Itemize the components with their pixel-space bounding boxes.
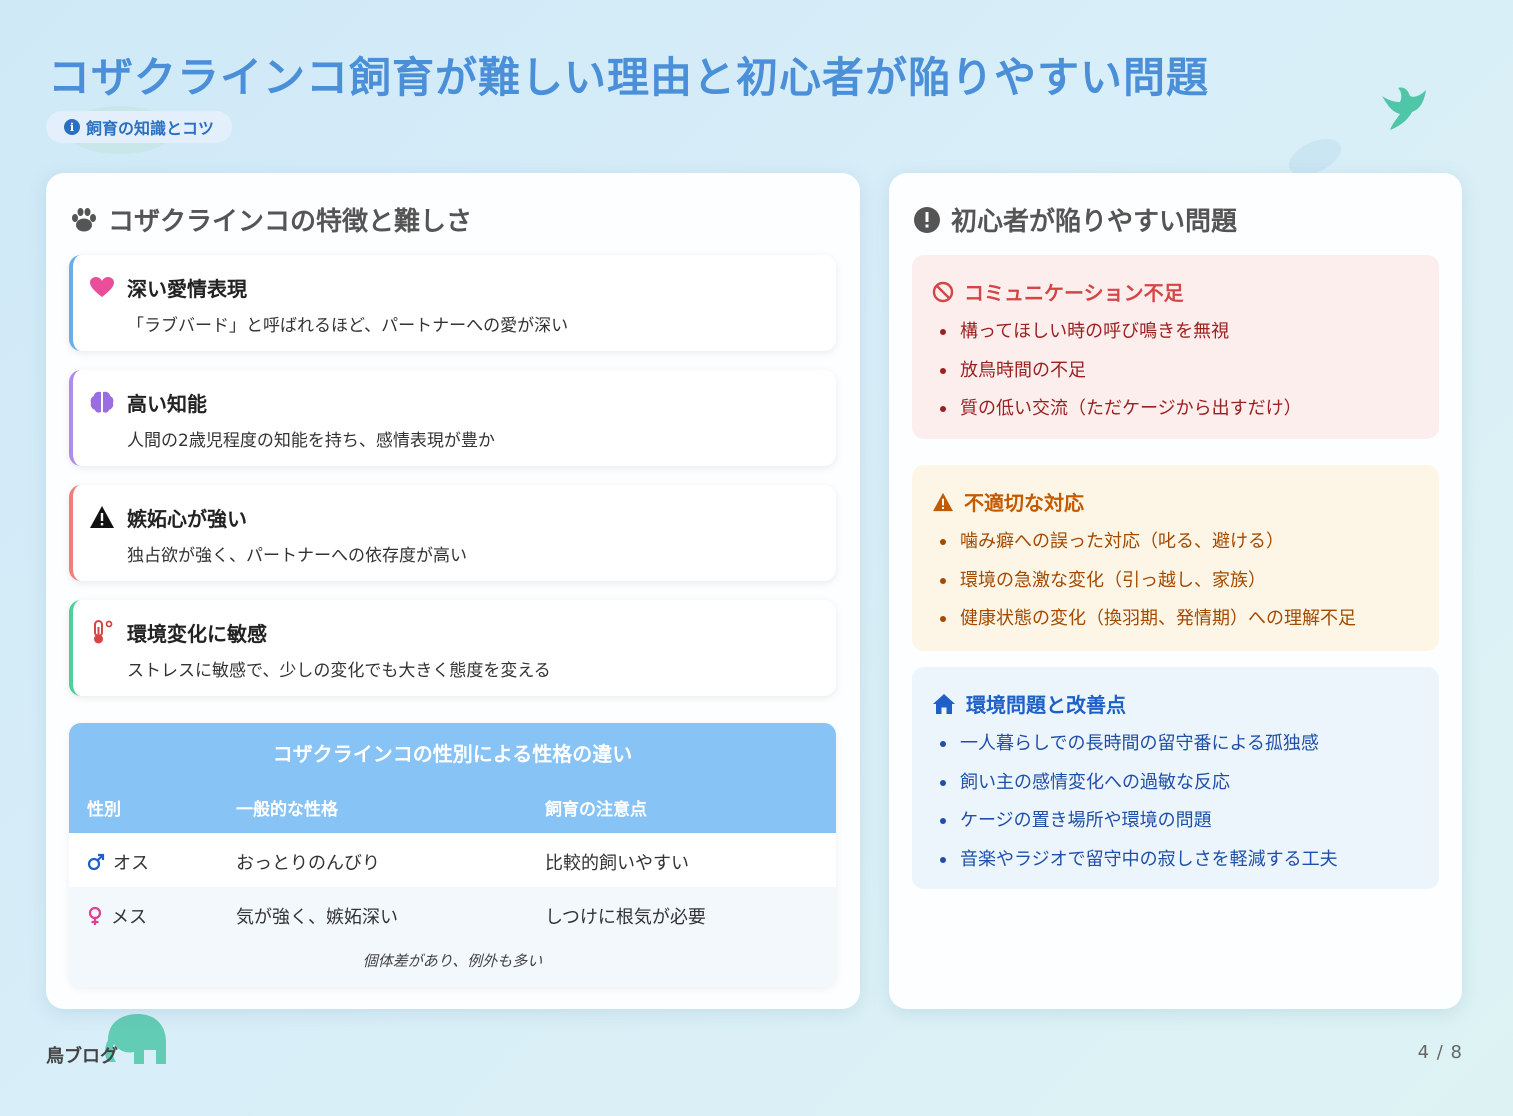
problem-box-communication: コミュニケーション不足 構ってほしい時の呼び鳴きを無視 放鳥時間の不足 質の低い… bbox=[912, 255, 1439, 439]
list-item: 音楽やラジオで留守中の寂しさを軽減する工夫 bbox=[940, 845, 1338, 884]
gender-personality-table: コザクラインコの性別による性格の違い 性別 一般的な性格 飼育の注意点 オス お… bbox=[69, 723, 836, 987]
table-cell-sex: メス bbox=[111, 907, 147, 928]
list-item: ケージの置き場所や環境の問題 bbox=[940, 806, 1338, 845]
characteristics-heading-text: コザクラインコの特徴と難しさ bbox=[108, 207, 473, 237]
list-item: 質の低い交流（ただケージから出すだけ） bbox=[940, 394, 1302, 433]
list-item: 構ってほしい時の呼び鳴きを無視 bbox=[940, 317, 1302, 356]
problems-panel: 初心者が陥りやすい問題 コミュニケーション不足 構ってほしい時の呼び鳴きを無視 … bbox=[889, 173, 1462, 1009]
trait-description: 「ラブバード」と呼ばれるほど、パートナーへの愛が深い bbox=[127, 316, 569, 336]
table-cell-sex: オス bbox=[113, 853, 149, 874]
problem-box-inappropriate: 不適切な対応 噛み癖への誤った対応（叱る、避ける） 環境の急激な変化（引っ越し、… bbox=[912, 465, 1439, 651]
table-header: コザクラインコの性別による性格の違い 性別 一般的な性格 飼育の注意点 bbox=[69, 723, 836, 833]
thermometer-icon bbox=[89, 619, 115, 645]
characteristics-panel: コザクラインコの特徴と難しさ 深い愛情表現 「ラブバード」と呼ばれるほど、パート… bbox=[46, 173, 860, 1009]
list-item: 放鳥時間の不足 bbox=[940, 356, 1302, 395]
problems-heading-text: 初心者が陥りやすい問題 bbox=[951, 207, 1238, 237]
trait-card-jealousy: 嫉妬心が強い 独占欲が強く、パートナーへの依存度が高い bbox=[69, 485, 836, 581]
table-cell-personality: おっとりのんびり bbox=[236, 853, 380, 874]
trait-description: 独占欲が強く、パートナーへの依存度が高い bbox=[127, 546, 467, 566]
trait-title: 深い愛情表現 bbox=[127, 277, 247, 301]
table-cell-care: 比較的飼いやすい bbox=[545, 853, 689, 874]
page-number: 4 / 8 bbox=[1417, 1042, 1463, 1063]
column-header: 一般的な性格 bbox=[236, 800, 338, 820]
table-row: メス 気が強く、嫉妬深い しつけに根気が必要 bbox=[69, 887, 836, 941]
footer-brand: 鳥ブログ bbox=[46, 1046, 118, 1067]
female-icon bbox=[88, 906, 102, 925]
page-title: コザクラインコ飼育が難しい理由と初心者が陥りやすい問題 bbox=[48, 53, 1210, 102]
problem-box-title: 不適切な対応 bbox=[964, 491, 1084, 515]
problems-heading: 初心者が陥りやすい問題 bbox=[913, 201, 1237, 238]
problem-box-title: コミュニケーション不足 bbox=[964, 281, 1184, 305]
paw-icon bbox=[72, 207, 96, 231]
table-row: オス おっとりのんびり 比較的飼いやすい bbox=[69, 833, 836, 887]
trait-title: 嫉妬心が強い bbox=[127, 507, 247, 531]
trait-title: 環境変化に敏感 bbox=[127, 622, 267, 646]
table-cell-care: しつけに根気が必要 bbox=[545, 907, 706, 928]
table-title: コザクラインコの性別による性格の違い bbox=[272, 742, 633, 766]
column-header: 性別 bbox=[87, 800, 121, 820]
exclamation-circle-icon bbox=[914, 206, 940, 233]
category-tag: i 飼育の知識とコツ bbox=[46, 111, 233, 143]
info-icon: i bbox=[64, 119, 80, 135]
trait-description: 人間の2歳児程度の知能を持ち、感情表現が豊か bbox=[127, 431, 495, 451]
heart-icon bbox=[89, 274, 115, 300]
list-item: 健康状態の変化（換羽期、発情期）への理解不足 bbox=[940, 604, 1356, 643]
male-icon bbox=[87, 853, 105, 871]
list-item: 噛み癖への誤った対応（叱る、避ける） bbox=[940, 527, 1356, 566]
problem-box-environment: 環境問題と改善点 一人暮らしでの長時間の留守番による孤独感 飼い主の感情変化への… bbox=[912, 667, 1439, 889]
trait-description: ストレスに敏感で、少しの変化でも大きく態度を変える bbox=[127, 661, 551, 681]
table-cell-personality: 気が強く、嫉妬深い bbox=[236, 907, 398, 928]
trait-title: 高い知能 bbox=[127, 392, 207, 416]
warning-icon bbox=[933, 492, 953, 511]
warning-icon bbox=[89, 504, 115, 530]
ban-icon bbox=[932, 281, 954, 302]
list-item: 一人暮らしでの長時間の留守番による孤独感 bbox=[940, 729, 1338, 768]
characteristics-heading: コザクラインコの特徴と難しさ bbox=[70, 201, 472, 238]
trait-card-sensitivity: 環境変化に敏感 ストレスに敏感で、少しの変化でも大きく態度を変える bbox=[69, 600, 836, 696]
trait-card-affection: 深い愛情表現 「ラブバード」と呼ばれるほど、パートナーへの愛が深い bbox=[69, 255, 836, 351]
bird-icon bbox=[1382, 87, 1426, 130]
list-item: 環境の急激な変化（引っ越し、家族） bbox=[940, 566, 1356, 605]
list-item: 飼い主の感情変化への過敏な反応 bbox=[940, 768, 1338, 807]
table-note: 個体差があり、例外も多い bbox=[362, 952, 543, 970]
problem-box-title: 環境問題と改善点 bbox=[966, 693, 1126, 717]
column-header: 飼育の注意点 bbox=[545, 800, 647, 820]
brain-icon bbox=[89, 389, 115, 415]
trait-card-intelligence: 高い知能 人間の2歳児程度の知能を持ち、感情表現が豊か bbox=[69, 370, 836, 466]
home-icon bbox=[933, 693, 955, 714]
category-tag-label: 飼育の知識とコツ bbox=[86, 119, 215, 138]
